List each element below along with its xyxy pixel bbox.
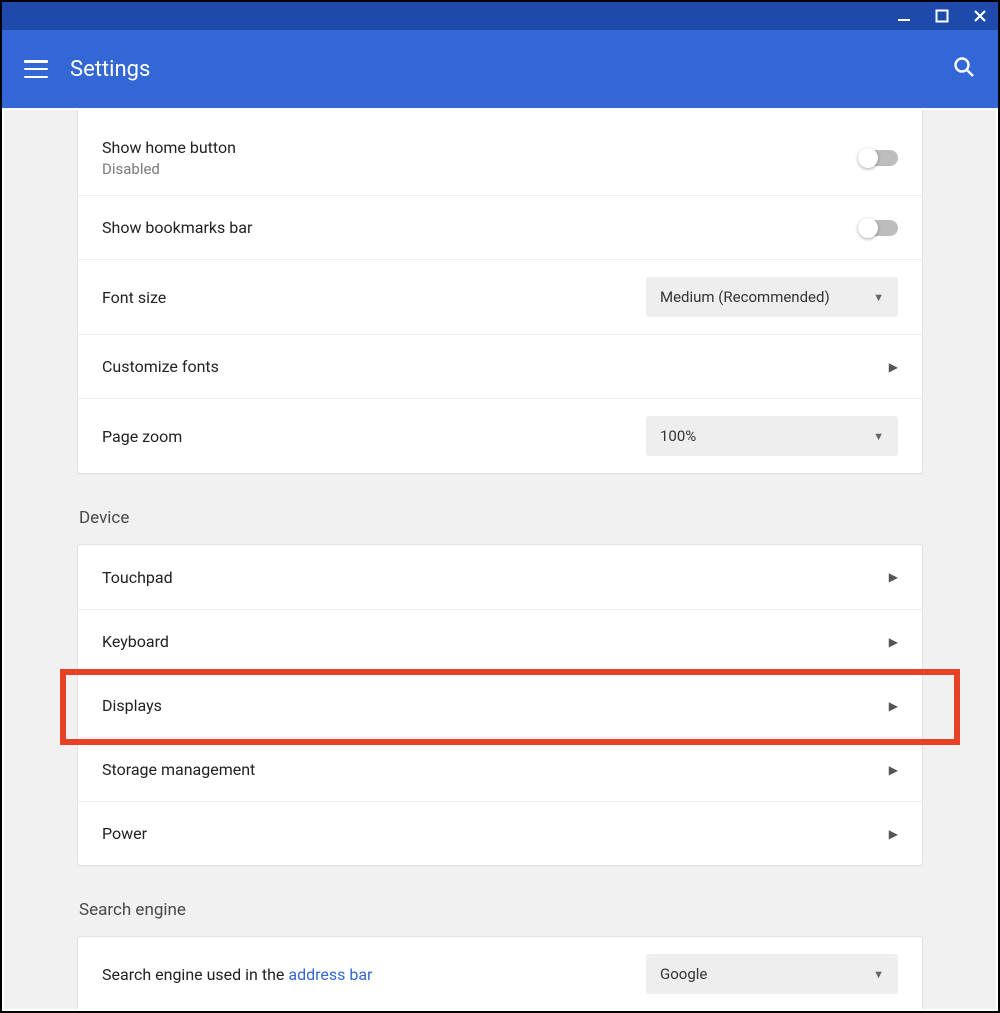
chevron-right-icon: ▶	[889, 635, 898, 649]
maximize-button[interactable]	[934, 8, 950, 24]
section-title-search-engine: Search engine	[77, 900, 923, 920]
row-keyboard[interactable]: Keyboard ▶	[78, 609, 922, 673]
label-show-bookmarks-bar: Show bookmarks bar	[102, 218, 252, 237]
label-font-size: Font size	[102, 288, 166, 307]
window-frame: Settings Show home button Disabled S	[0, 0, 1000, 1013]
row-customize-fonts[interactable]: Customize fonts ▶	[78, 334, 922, 398]
row-touchpad[interactable]: Touchpad ▶	[78, 545, 922, 609]
row-font-size: Font size Medium (Recommended) ▼	[78, 259, 922, 334]
row-show-home-button: Show home button Disabled	[78, 110, 922, 195]
label-page-zoom: Page zoom	[102, 427, 182, 446]
caret-down-icon: ▼	[873, 291, 884, 304]
device-card: Touchpad ▶ Keyboard ▶ Displays ▶ Storage…	[77, 544, 923, 866]
label-search-engine: Search engine used in the address bar	[102, 965, 372, 984]
select-font-size[interactable]: Medium (Recommended) ▼	[646, 277, 898, 317]
chevron-right-icon: ▶	[889, 827, 898, 841]
row-power[interactable]: Power ▶	[78, 801, 922, 865]
section-title-device: Device	[77, 508, 923, 528]
link-address-bar[interactable]: address bar	[288, 965, 372, 984]
menu-icon[interactable]	[24, 60, 48, 78]
minimize-button[interactable]	[896, 8, 912, 24]
chevron-right-icon: ▶	[889, 699, 898, 713]
content-area: Show home button Disabled Show bookmarks…	[4, 110, 996, 1009]
app-bar: Settings	[2, 30, 998, 108]
window-titlebar	[2, 2, 998, 30]
appearance-card: Show home button Disabled Show bookmarks…	[77, 110, 923, 474]
select-page-zoom[interactable]: 100% ▼	[646, 416, 898, 456]
chevron-right-icon: ▶	[889, 570, 898, 584]
search-icon[interactable]	[952, 55, 976, 83]
toggle-show-bookmarks-bar[interactable]	[860, 220, 898, 236]
select-font-size-value: Medium (Recommended)	[660, 288, 830, 306]
select-search-engine-value: Google	[660, 965, 707, 983]
select-page-zoom-value: 100%	[660, 427, 696, 445]
label-storage-management: Storage management	[102, 760, 255, 779]
label-customize-fonts: Customize fonts	[102, 357, 219, 376]
row-page-zoom: Page zoom 100% ▼	[78, 398, 922, 473]
label-show-home-button: Show home button	[102, 138, 236, 157]
caret-down-icon: ▼	[873, 968, 884, 981]
row-show-bookmarks-bar: Show bookmarks bar	[78, 195, 922, 259]
row-storage-management[interactable]: Storage management ▶	[78, 737, 922, 801]
row-search-engine: Search engine used in the address bar Go…	[78, 937, 922, 1009]
page-title: Settings	[70, 57, 150, 82]
label-keyboard: Keyboard	[102, 632, 169, 651]
chevron-right-icon: ▶	[889, 763, 898, 777]
label-search-engine-prefix: Search engine used in the	[102, 965, 288, 984]
status-show-home-button: Disabled	[102, 160, 236, 178]
label-power: Power	[102, 824, 147, 843]
chevron-right-icon: ▶	[889, 360, 898, 374]
label-displays: Displays	[102, 696, 162, 715]
search-engine-card: Search engine used in the address bar Go…	[77, 936, 923, 1009]
caret-down-icon: ▼	[873, 430, 884, 443]
label-touchpad: Touchpad	[102, 568, 173, 587]
select-search-engine[interactable]: Google ▼	[646, 954, 898, 994]
row-displays[interactable]: Displays ▶	[78, 673, 922, 737]
toggle-show-home-button[interactable]	[860, 150, 898, 166]
close-button[interactable]	[972, 8, 988, 24]
